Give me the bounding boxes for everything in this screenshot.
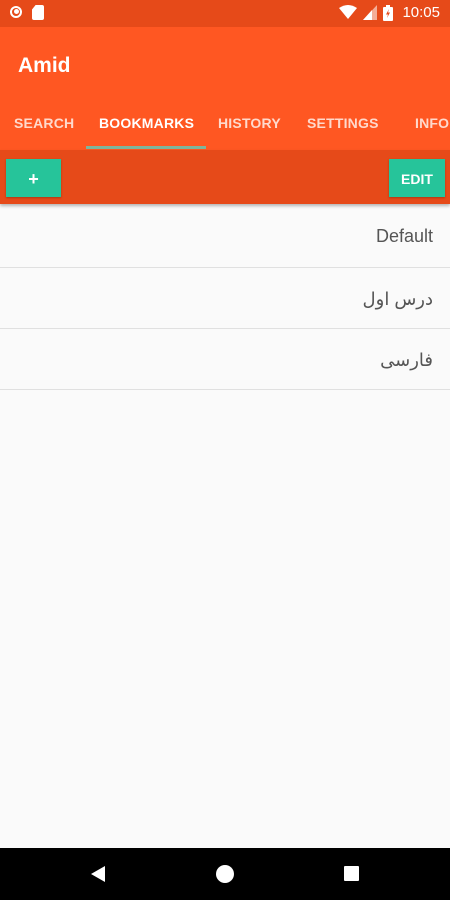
recent-apps-icon[interactable] <box>344 866 359 881</box>
edit-button[interactable]: EDIT <box>389 159 445 197</box>
home-icon[interactable] <box>216 865 234 883</box>
active-tab-indicator <box>86 146 206 149</box>
battery-charging-icon <box>383 4 394 21</box>
wifi-icon <box>339 5 358 19</box>
add-bookmark-button[interactable]: + <box>6 159 61 197</box>
tab-bookmarks[interactable]: BOOKMARKS <box>99 99 194 150</box>
status-notifications <box>10 5 44 20</box>
list-item[interactable]: فارسی <box>0 329 450 390</box>
status-bar: 10:05 <box>0 0 450 27</box>
tab-settings[interactable]: SETTINGS <box>307 99 379 150</box>
bookmark-list: Default درس اول فارسی <box>0 205 450 390</box>
back-icon[interactable] <box>91 866 105 882</box>
navigation-bar <box>0 848 450 900</box>
list-item[interactable]: درس اول <box>0 268 450 329</box>
notification-circle-icon <box>10 6 22 18</box>
tab-history[interactable]: HISTORY <box>218 99 281 150</box>
status-time: 10:05 <box>402 4 440 21</box>
cell-signal-icon <box>363 5 378 20</box>
app-title: Amid <box>18 54 71 77</box>
tab-info[interactable]: INFO <box>415 99 449 150</box>
tab-search[interactable]: SEARCH <box>14 99 74 150</box>
app-bar: Amid SEARCH BOOKMARKS HISTORY SETTINGS I… <box>0 27 450 150</box>
list-item[interactable]: Default <box>0 205 450 268</box>
sd-card-icon <box>32 5 44 20</box>
status-system-icons: 10:05 <box>339 4 440 21</box>
tab-bar: SEARCH BOOKMARKS HISTORY SETTINGS INFO <box>0 99 450 150</box>
bookmarks-toolbar: + EDIT <box>0 150 450 204</box>
